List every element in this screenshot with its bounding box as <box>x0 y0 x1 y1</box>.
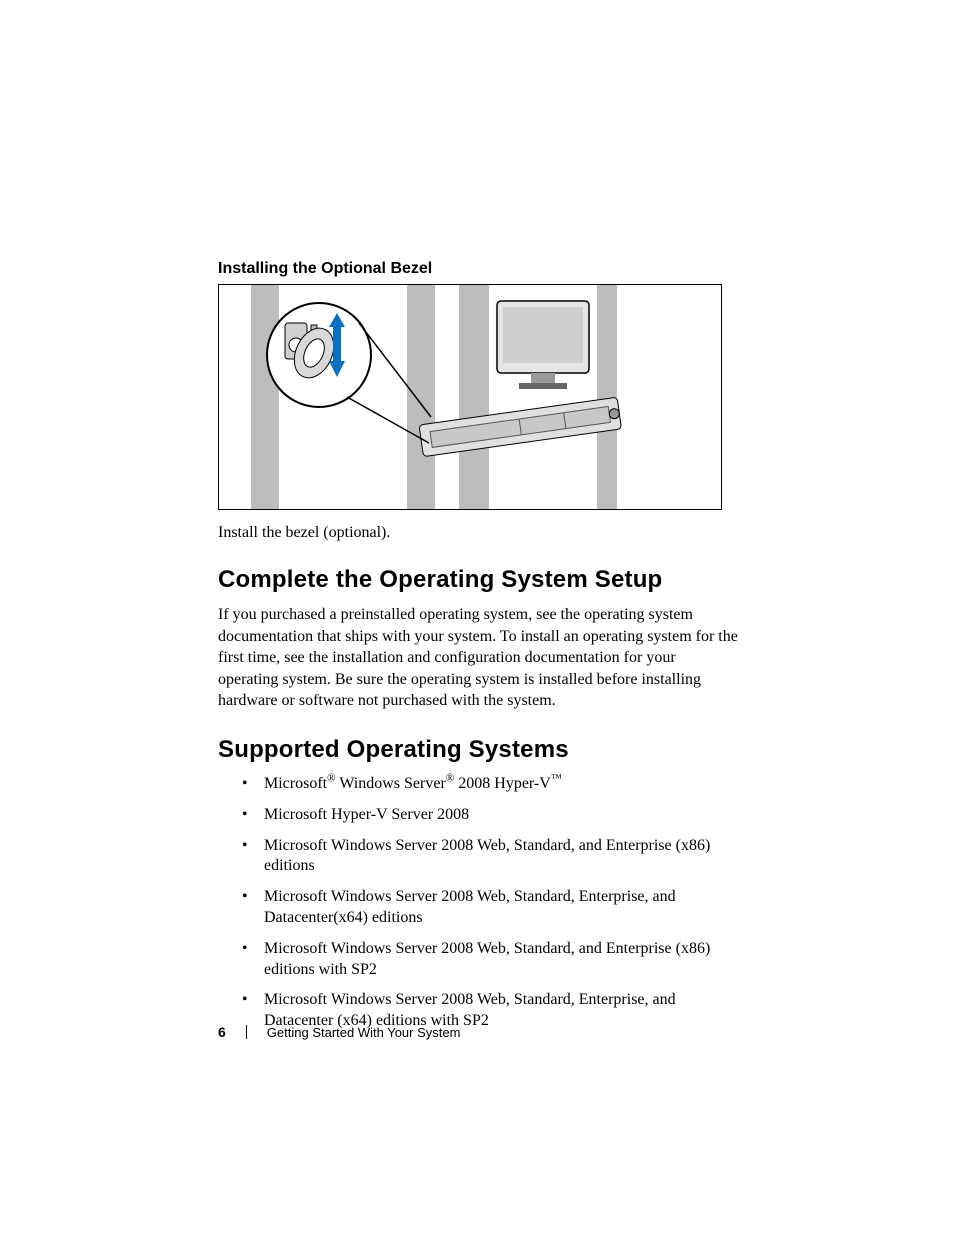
list-item: Microsoft® Windows Server® 2008 Hyper-V™ <box>264 774 739 795</box>
list-item: Microsoft Hyper-V Server 2008 <box>264 805 739 826</box>
section-heading-complete-os: Complete the Operating System Setup <box>218 566 739 594</box>
page-number: 6 <box>218 1024 226 1040</box>
footer-divider <box>246 1025 247 1039</box>
list-item: Microsoft Windows Server 2008 Web, Stand… <box>264 939 739 981</box>
section-heading-supported-os: Supported Operating Systems <box>218 736 739 764</box>
section-body-complete-os: If you purchased a preinstalled operatin… <box>218 604 739 712</box>
list-item: Microsoft Windows Server 2008 Web, Stand… <box>264 836 739 878</box>
footer-title: Getting Started With Your System <box>267 1025 461 1040</box>
figure-caption: Install the bezel (optional). <box>218 524 739 542</box>
figure-subhead: Installing the Optional Bezel <box>218 260 739 278</box>
page-footer: 6 Getting Started With Your System <box>218 1024 460 1040</box>
figure-illustration <box>218 284 722 510</box>
list-item: Microsoft Windows Server 2008 Web, Stand… <box>264 887 739 929</box>
supported-os-list: Microsoft® Windows Server® 2008 Hyper-V™… <box>218 774 739 1032</box>
